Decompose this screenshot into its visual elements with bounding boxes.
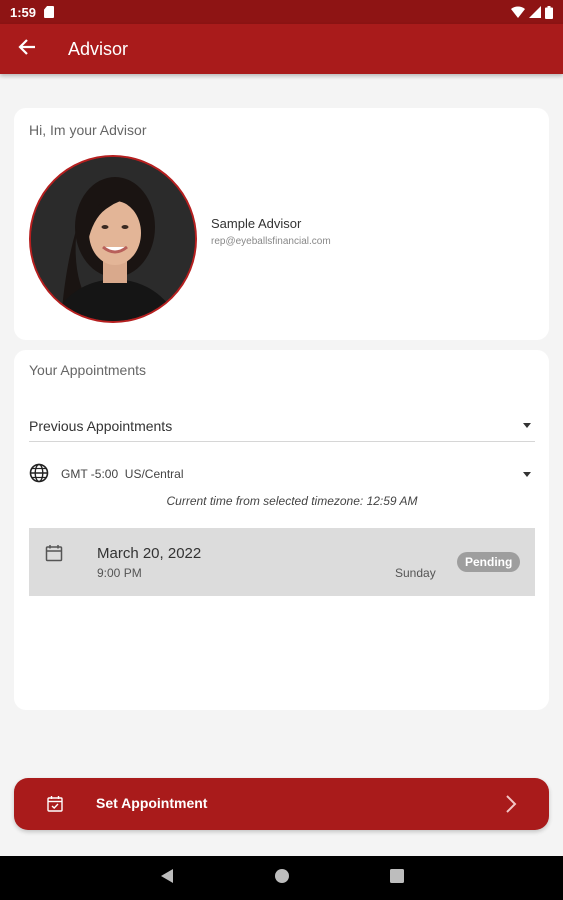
advisor-heading: Hi, Im your Advisor — [29, 122, 147, 138]
signal-icon — [529, 6, 541, 18]
status-bar: 1:59 — [0, 0, 563, 24]
dropdown-caret-icon — [523, 423, 531, 428]
advisor-email[interactable]: rep@eyeballsfinancial.com — [211, 236, 331, 247]
current-time-note: Current time from selected timezone: 12:… — [166, 494, 418, 508]
status-badge: Pending — [457, 552, 521, 572]
nav-back-icon[interactable] — [160, 868, 174, 889]
advisor-name: Sample Advisor — [211, 216, 302, 231]
timezone-selector[interactable]: GMT -5:00 US/Central — [29, 462, 535, 486]
arrow-back-icon — [18, 38, 36, 61]
nav-recents-icon[interactable] — [389, 868, 404, 888]
appointment-row[interactable]: March 20, 2022 9:00 PM Sunday Pending — [29, 528, 535, 596]
appointment-date: March 20, 2022 — [97, 545, 202, 562]
chevron-right-icon — [505, 794, 517, 819]
appointments-filter-dropdown[interactable]: Previous Appointments — [29, 410, 535, 442]
appointment-time: 9:00 PM — [97, 566, 142, 580]
set-appointment-label: Set Appointment — [96, 795, 208, 811]
globe-icon — [29, 463, 49, 486]
status-time: 1:59 — [10, 4, 37, 20]
sd-card-icon — [44, 6, 55, 18]
battery-icon — [545, 5, 553, 19]
calendar-check-icon — [46, 795, 64, 818]
advisor-card: Hi, Im your Advisor Sample Advisor rep@e… — [14, 108, 549, 340]
page-title: Advisor — [68, 38, 129, 59]
appointments-card: Your Appointments Previous Appointments … — [14, 350, 549, 710]
nav-home-icon[interactable] — [274, 868, 290, 889]
appointments-filter-value: Previous Appointments — [29, 417, 173, 434]
back-button[interactable] — [0, 24, 54, 74]
app-bar: Advisor — [0, 24, 563, 74]
advisor-avatar — [29, 155, 197, 323]
timezone-label: GMT -5:00 US/Central — [61, 467, 184, 481]
calendar-icon — [45, 544, 63, 567]
system-nav-bar — [0, 856, 563, 900]
appointment-day: Sunday — [395, 566, 436, 580]
wifi-icon — [511, 6, 525, 18]
timezone-caret-icon — [523, 471, 531, 477]
appointments-heading: Your Appointments — [29, 362, 147, 378]
set-appointment-button[interactable]: Set Appointment — [14, 778, 549, 830]
